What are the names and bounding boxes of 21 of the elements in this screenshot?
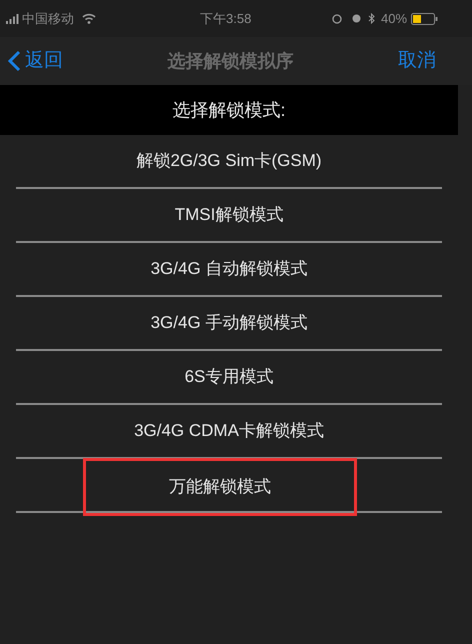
bluetooth-icon bbox=[368, 13, 375, 24]
option-item[interactable]: 3G/4G CDMA卡解锁模式 bbox=[126, 418, 332, 444]
back-button[interactable]: 返回 bbox=[8, 46, 63, 76]
option-item[interactable]: 6S专用模式 bbox=[176, 364, 282, 390]
lock-rotation-icon bbox=[332, 14, 342, 24]
nav-title: 选择解锁模拟序 bbox=[166, 50, 294, 72]
signal-icon bbox=[6, 14, 20, 24]
option-item[interactable]: 3G/4G 自动解锁模式 bbox=[142, 256, 316, 282]
alarm-icon bbox=[352, 14, 361, 23]
option-item[interactable]: 万能解锁模式 bbox=[83, 458, 357, 516]
battery-icon bbox=[411, 12, 438, 24]
picker-header: 选择解锁模式: bbox=[0, 85, 458, 135]
battery-percent: 40% bbox=[381, 10, 408, 28]
carrier-name: 中国移动 bbox=[22, 10, 74, 28]
status-time: 下午3:58 bbox=[200, 10, 252, 28]
chevron-left-icon bbox=[8, 50, 21, 72]
option-item[interactable]: 解锁2G/3G Sim卡(GSM) bbox=[128, 148, 330, 174]
option-item[interactable]: TMSI解锁模式 bbox=[166, 202, 292, 228]
cancel-button[interactable]: 取消 bbox=[398, 46, 436, 76]
option-item[interactable]: 3G/4G 手动解锁模式 bbox=[142, 310, 316, 336]
wifi-icon bbox=[82, 13, 96, 24]
